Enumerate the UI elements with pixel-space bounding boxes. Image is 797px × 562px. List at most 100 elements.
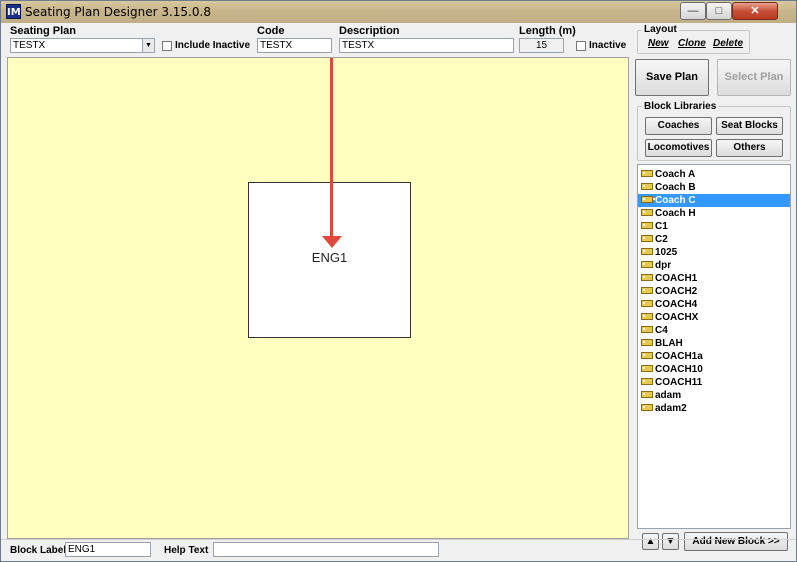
locomotives-button[interactable]: Locomotives: [645, 139, 712, 157]
save-plan-button[interactable]: Save Plan: [635, 59, 709, 96]
length-field[interactable]: 15: [519, 38, 564, 53]
inactive-label: Inactive: [589, 40, 627, 51]
others-button[interactable]: Others: [716, 139, 783, 157]
coach-icon: [641, 339, 655, 346]
list-item[interactable]: Coach H: [638, 207, 790, 220]
block-libraries-group: Block Libraries Coaches Seat Blocks Loco…: [637, 101, 791, 161]
coach-icon: [641, 248, 655, 255]
list-item-label: BLAH: [655, 338, 683, 349]
maximize-button[interactable]: □: [706, 2, 732, 20]
seat-blocks-button[interactable]: Seat Blocks: [716, 117, 783, 135]
block-list[interactable]: Coach A Coach B Coach C Coach H C1 C2 1025 dpr C…: [637, 164, 791, 529]
list-item[interactable]: adam: [638, 389, 790, 402]
move-down-button[interactable]: ▼: [662, 533, 679, 550]
list-item[interactable]: BLAH: [638, 337, 790, 350]
list-item[interactable]: COACH4: [638, 298, 790, 311]
layout-delete-link[interactable]: Delete: [713, 38, 743, 49]
seating-plan-dropdown[interactable]: TESTX ▼: [10, 38, 155, 53]
list-item[interactable]: C4: [638, 324, 790, 337]
list-item[interactable]: dpr: [638, 259, 790, 272]
coach-icon: [641, 209, 655, 216]
list-item[interactable]: COACH10: [638, 363, 790, 376]
list-item[interactable]: adam2: [638, 402, 790, 415]
seating-plan-value: TESTX: [13, 40, 46, 51]
minimize-button[interactable]: —: [680, 2, 706, 20]
coach-icon: [641, 300, 655, 307]
code-field[interactable]: TESTX: [257, 38, 332, 53]
list-item-label: COACH4: [655, 299, 698, 310]
coach-icon: [641, 274, 655, 281]
layout-group: Layout New Clone Delete: [637, 24, 750, 54]
list-item[interactable]: C1: [638, 220, 790, 233]
include-inactive-checkbox[interactable]: [162, 41, 172, 51]
list-item[interactable]: COACH11: [638, 376, 790, 389]
list-item[interactable]: Coach B: [638, 181, 790, 194]
coaches-button[interactable]: Coaches: [645, 117, 712, 135]
list-item-label: 1025: [655, 247, 678, 258]
chevron-down-icon[interactable]: ▼: [142, 39, 154, 52]
select-plan-button[interactable]: Select Plan: [717, 59, 791, 96]
list-item-label: COACH11: [655, 377, 703, 388]
layout-group-title: Layout: [642, 24, 679, 35]
list-item-label: Coach B: [655, 182, 696, 193]
list-item-label: adam: [655, 390, 682, 401]
list-item-label: COACH10: [655, 364, 703, 375]
seating-plan-label: Seating Plan: [10, 25, 77, 37]
coach-icon: [641, 287, 655, 294]
annotation-arrow-head: [322, 236, 342, 248]
close-button[interactable]: ✕: [732, 2, 778, 20]
title-bar[interactable]: IM Seating Plan Designer 3.15.0.8 — □ ✕: [1, 1, 796, 23]
list-item-label: adam2: [655, 403, 687, 414]
block-label-caption: Block Label: [10, 545, 67, 556]
list-item[interactable]: Coach C: [638, 194, 790, 207]
list-item-label: Coach H: [655, 208, 696, 219]
coach-icon: [641, 313, 655, 320]
move-up-button[interactable]: ▲: [642, 533, 659, 550]
coach-icon: [641, 391, 655, 398]
block-label-field[interactable]: ENG1: [65, 542, 151, 557]
length-label: Length (m): [519, 25, 576, 37]
coach-icon: [641, 378, 655, 385]
layout-canvas[interactable]: ENG1: [7, 57, 629, 539]
list-item[interactable]: COACH1: [638, 272, 790, 285]
list-item-label: Coach A: [655, 169, 696, 180]
description-field[interactable]: TESTX: [339, 38, 514, 53]
list-item-label: COACH2: [655, 286, 698, 297]
list-item-label: COACH1: [655, 273, 698, 284]
list-item[interactable]: 1025: [638, 246, 790, 259]
app-icon: IM: [6, 4, 21, 19]
list-item-label: C2: [655, 234, 668, 245]
coach-icon: [641, 235, 655, 242]
annotation-arrow-shaft: [330, 58, 333, 238]
list-item-label: dpr: [655, 260, 672, 271]
list-item[interactable]: Coach A: [638, 168, 790, 181]
description-label: Description: [339, 25, 400, 37]
block-libraries-title: Block Libraries: [642, 101, 719, 112]
list-item-label: COACH1a: [655, 351, 703, 362]
list-item-label: COACHX: [655, 312, 699, 323]
list-item-label: Coach C: [655, 195, 696, 206]
inactive-checkbox[interactable]: [576, 41, 586, 51]
list-item[interactable]: COACH1a: [638, 350, 790, 363]
list-item[interactable]: COACH2: [638, 285, 790, 298]
help-text-field[interactable]: [213, 542, 439, 557]
help-text-caption: Help Text: [164, 545, 209, 556]
coach-icon: [641, 352, 655, 359]
list-item-label: C1: [655, 221, 668, 232]
layout-clone-link[interactable]: Clone: [678, 38, 706, 49]
coach-icon: [641, 196, 655, 203]
coach-icon: [641, 261, 655, 268]
list-item[interactable]: C2: [638, 233, 790, 246]
window-title: Seating Plan Designer 3.15.0.8: [25, 5, 211, 19]
block-label-text: ENG1: [311, 250, 348, 265]
add-new-block-button[interactable]: Add New Block >>: [684, 532, 788, 551]
seating-plan-designer-window: IM Seating Plan Designer 3.15.0.8 — □ ✕ …: [0, 0, 797, 562]
coach-icon: [641, 183, 655, 190]
coach-icon: [641, 365, 655, 372]
list-item-label: C4: [655, 325, 668, 336]
layout-new-link[interactable]: New: [648, 38, 669, 49]
coach-icon: [641, 326, 655, 333]
coach-icon: [641, 222, 655, 229]
list-item[interactable]: COACHX: [638, 311, 790, 324]
coach-icon: [641, 404, 655, 411]
